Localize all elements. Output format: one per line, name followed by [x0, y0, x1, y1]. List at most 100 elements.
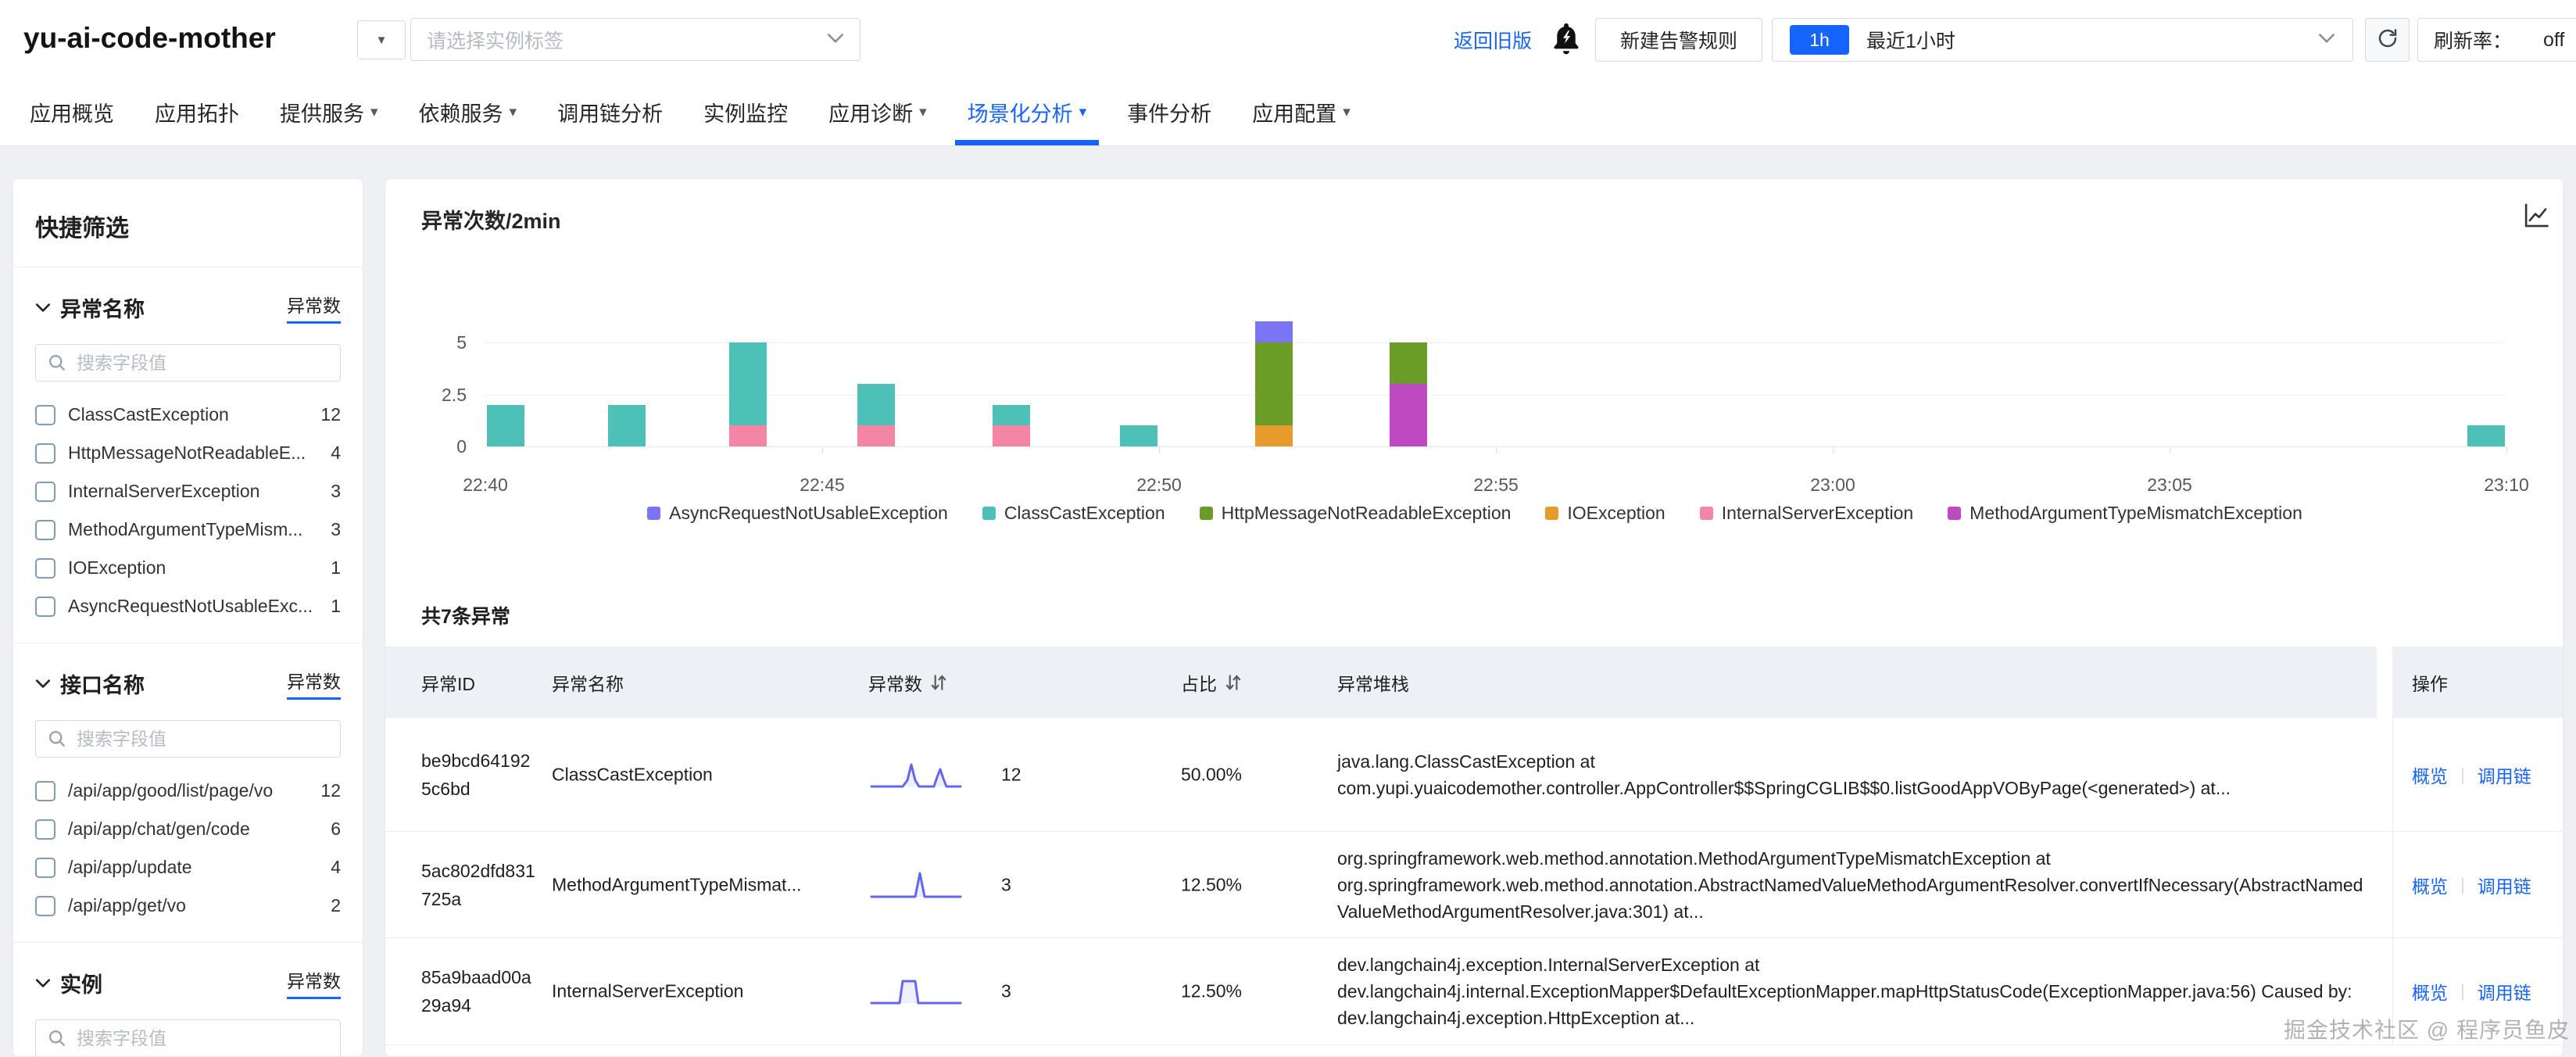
cell-actions: 概览|调用链 [2412, 872, 2531, 898]
nav-tab-10[interactable]: 应用配置▾ [1252, 78, 1351, 145]
cell-exception-count: 3 [1001, 981, 1011, 1002]
bar-segment-ClassCastException[interactable] [857, 384, 895, 425]
checkbox[interactable] [35, 443, 55, 464]
sidebar-section-1: 异常名称异常数 ClassCastException12HttpMessageNo… [13, 267, 363, 643]
x-tick-mark [1159, 446, 1160, 453]
nav-tab-9[interactable]: 事件分析 [1127, 78, 1211, 145]
bar-segment-HttpMessageNotReadableException[interactable] [1255, 342, 1293, 425]
bar-segment-ClassCastException[interactable] [993, 405, 1030, 426]
chevron-down-icon[interactable] [35, 978, 51, 988]
bar-segment-HttpMessageNotReadableException[interactable] [1390, 342, 1427, 384]
checkbox[interactable] [35, 482, 55, 502]
trace-link[interactable]: 调用链 [2478, 761, 2531, 788]
checkbox[interactable] [35, 405, 55, 425]
back-to-old-version-link[interactable]: 返回旧版 [1454, 26, 1532, 54]
filter-item: /api/app/update4 [35, 848, 341, 887]
bar-segment-InternalServerException[interactable] [857, 425, 895, 446]
checkbox[interactable] [35, 896, 55, 916]
legend-swatch [1200, 507, 1213, 520]
alarm-bell-icon[interactable] [1549, 20, 1583, 59]
bar-segment-InternalServerException[interactable] [729, 425, 767, 446]
legend-item-MethodArgumentTypeMismatchException[interactable]: MethodArgumentTypeMismatchException [1948, 503, 2302, 524]
sidebar-section-title: 实例 [60, 968, 287, 998]
exception-count-sort-link[interactable]: 异常数 [287, 291, 341, 324]
legend-item-ClassCastException[interactable]: ClassCastException [982, 503, 1165, 524]
legend-item-InternalServerException[interactable]: InternalServerException [1700, 503, 1913, 524]
nav-tab-4[interactable]: 依赖服务▾ [419, 78, 517, 145]
app-switcher-button[interactable]: ▼ [357, 20, 406, 59]
overview-link[interactable]: 概览 [2412, 761, 2448, 788]
bar-segment-ClassCastException[interactable] [1120, 425, 1157, 446]
table-row-1: be9bcd64192 5c6bdClassCastException1250.… [385, 718, 2563, 831]
search-input[interactable] [77, 729, 329, 750]
bar-segment-InternalServerException[interactable] [993, 425, 1030, 446]
instance-tag-select[interactable]: 请选择实例标签 [410, 18, 860, 61]
sparkline-chart [868, 757, 986, 793]
nav-tab-label: 事件分析 [1127, 97, 1211, 127]
filter-list: ClassCastException12HttpMessageNotReadab… [13, 389, 363, 625]
refresh-button[interactable] [2365, 18, 2410, 62]
search-input[interactable] [77, 1028, 329, 1049]
checkbox[interactable] [35, 858, 55, 878]
filter-item-label: HttpMessageNotReadableE... [68, 443, 318, 464]
sidebar-search-box [35, 344, 341, 382]
bar-segment-IOException[interactable] [1255, 425, 1293, 446]
chevron-down-icon [2318, 33, 2335, 47]
search-input[interactable] [77, 353, 329, 374]
nav-tab-1[interactable]: 应用概览 [30, 78, 114, 145]
nav-tab-5[interactable]: 调用链分析 [557, 78, 663, 145]
bar-segment-ClassCastException[interactable] [487, 405, 524, 446]
nav-tab-8[interactable]: 场景化分析▾ [968, 78, 1087, 145]
sort-icon[interactable] [1225, 672, 1242, 693]
sparkline-chart [868, 973, 986, 1009]
filter-item: HttpMessageNotReadableE...4 [35, 434, 341, 472]
chevron-down-icon [827, 33, 844, 47]
overview-link[interactable]: 概览 [2412, 872, 2448, 898]
filter-item-count: 4 [331, 857, 341, 878]
refresh-rate-control[interactable]: 刷新率： off [2417, 18, 2576, 62]
filter-item-count: 2 [331, 895, 341, 916]
trace-link[interactable]: 调用链 [2478, 978, 2531, 1005]
search-icon [47, 729, 67, 749]
bar-segment-ClassCastException[interactable] [2467, 425, 2505, 446]
filter-item-label: IOException [68, 557, 318, 579]
refresh-rate-label: 刷新率： [2434, 26, 2512, 54]
nav-tab-2[interactable]: 应用拓扑 [155, 78, 239, 145]
chevron-down-icon[interactable] [35, 303, 51, 313]
bar-segment-MethodArgumentTypeMismatchException[interactable] [1390, 384, 1427, 446]
bar-segment-ClassCastException[interactable] [729, 342, 767, 425]
bar-segment-AsyncRequestNotUsableException[interactable] [1255, 321, 1293, 342]
chevron-down-icon[interactable] [35, 679, 51, 689]
sidebar-section-header: 异常名称异常数 [13, 267, 363, 339]
x-tick-label: 23:10 [2460, 475, 2553, 496]
time-range-select[interactable]: 1h 最近1小时 [1772, 18, 2353, 62]
legend-item-AsyncRequestNotUsableException[interactable]: AsyncRequestNotUsableException [647, 503, 948, 524]
checkbox[interactable] [35, 781, 55, 801]
nav-tab-6[interactable]: 实例监控 [703, 78, 788, 145]
cell-exception-id: 85a9baad00a 29a94 [421, 963, 546, 1019]
nav-tab-7[interactable]: 应用诊断▾ [828, 78, 927, 145]
filter-item-label: MethodArgumentTypeMism... [68, 519, 318, 540]
sort-icon[interactable] [930, 672, 947, 693]
trace-link[interactable]: 调用链 [2478, 872, 2531, 898]
checkbox[interactable] [35, 558, 55, 579]
nav-tab-3[interactable]: 提供服务▾ [280, 78, 378, 145]
checkbox[interactable] [35, 819, 55, 840]
nav-tab-label: 调用链分析 [557, 97, 663, 127]
checkbox[interactable] [35, 520, 55, 540]
new-alarm-rule-button[interactable]: 新建告警规则 [1595, 18, 1762, 62]
exception-count-sort-link[interactable]: 异常数 [287, 667, 341, 700]
filter-item: IOException1 [35, 549, 341, 587]
chevron-down-icon: ▾ [1079, 103, 1087, 121]
legend-item-IOException[interactable]: IOException [1545, 503, 1665, 524]
overview-link[interactable]: 概览 [2412, 978, 2448, 1005]
checkbox[interactable] [35, 597, 55, 617]
chevron-down-icon: ▾ [919, 103, 927, 121]
filter-item-count: 3 [331, 519, 341, 540]
sidebar-search-box [35, 1019, 341, 1057]
exception-count-sort-link[interactable]: 异常数 [287, 966, 341, 999]
bar-segment-ClassCastException[interactable] [608, 405, 646, 446]
x-tick-label: 22:50 [1112, 475, 1206, 496]
legend-item-HttpMessageNotReadableException[interactable]: HttpMessageNotReadableException [1200, 503, 1512, 524]
cell-exception-stack: dev.langchain4j.exception.InternalServer… [1337, 951, 2365, 1031]
